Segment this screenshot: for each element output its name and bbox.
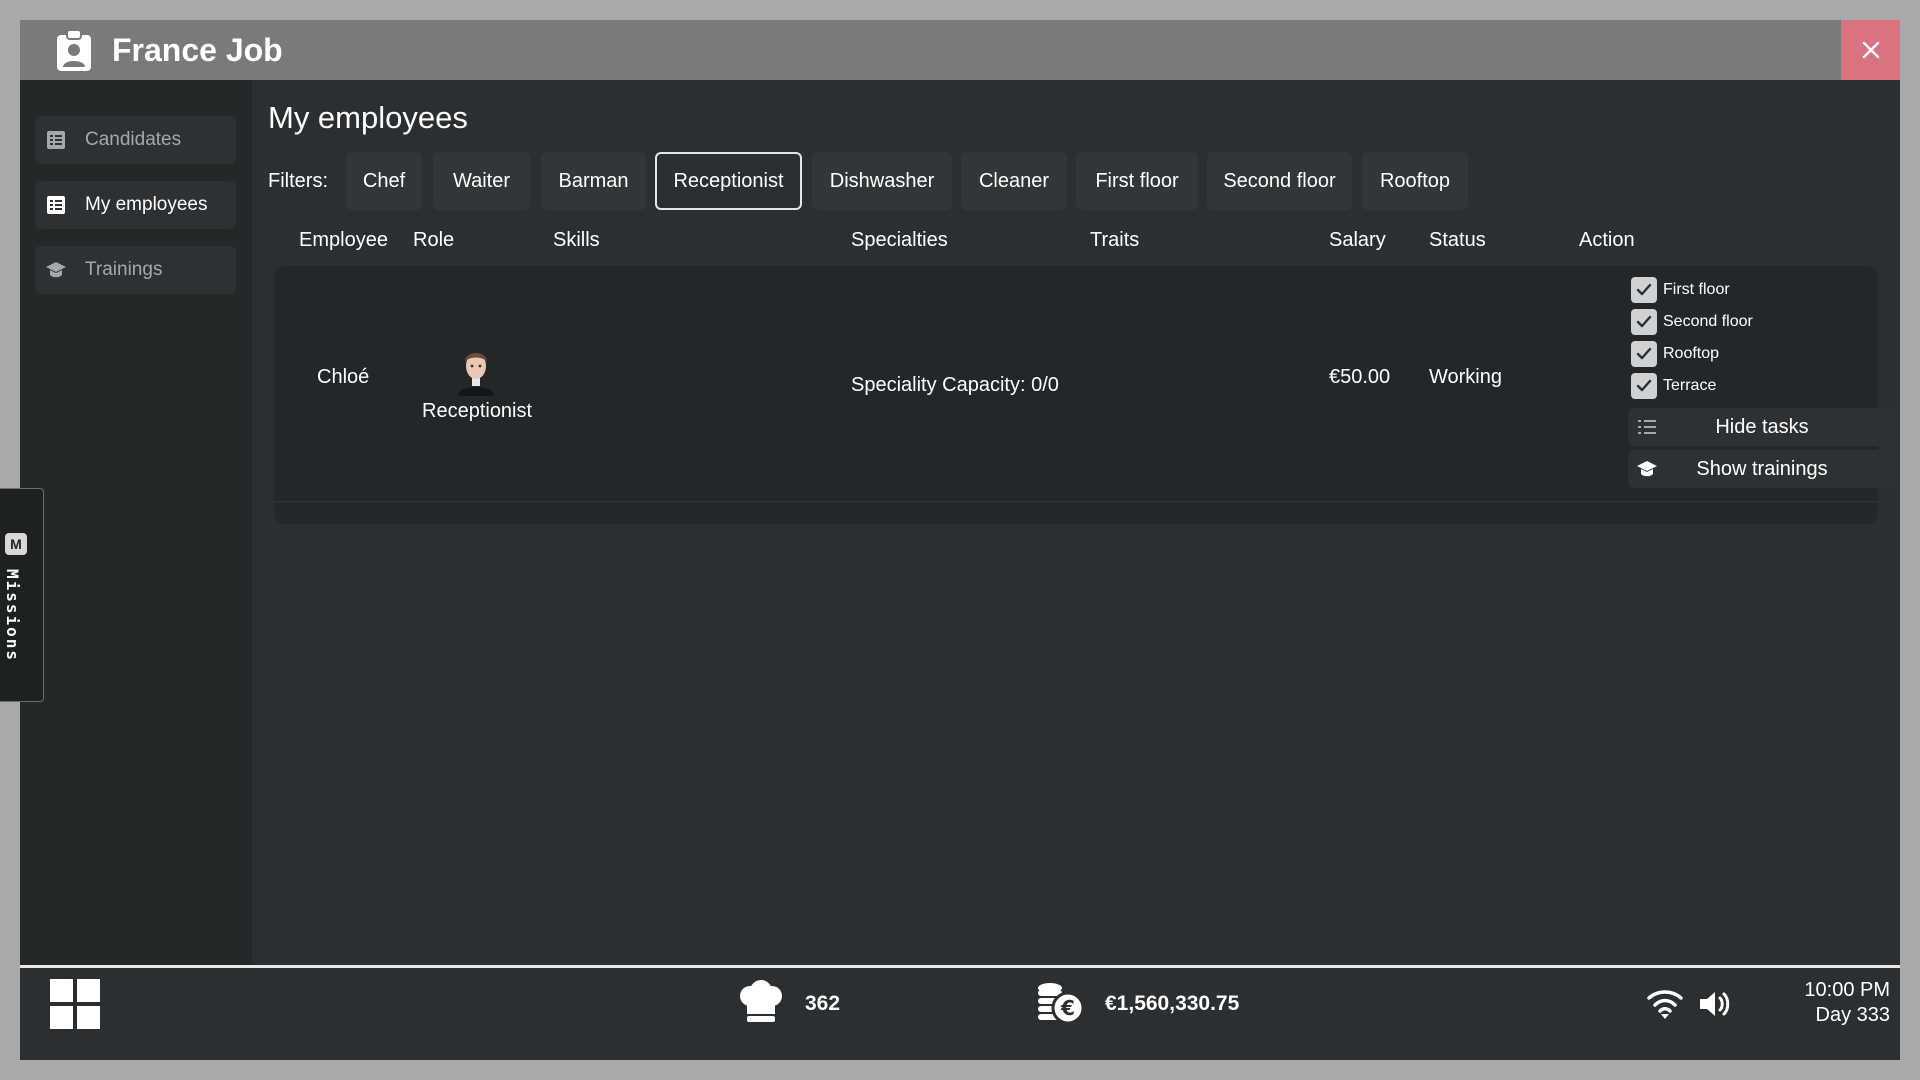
windows-grid-icon[interactable]	[50, 979, 100, 1029]
filter-waiter[interactable]: Waiter	[433, 152, 530, 210]
title-bar: France Job	[20, 20, 1900, 80]
checkbox-checked-icon[interactable]	[1631, 341, 1657, 367]
checkbox-checked-icon[interactable]	[1631, 309, 1657, 335]
employee-specialties: Speciality Capacity: 0/0	[851, 374, 1059, 396]
floor-label: First floor	[1663, 281, 1730, 298]
column-header-role: Role	[413, 229, 455, 251]
list-icon	[1638, 420, 1656, 434]
filter-first-floor[interactable]: First floor	[1076, 152, 1198, 210]
column-header-salary: Salary	[1329, 229, 1386, 251]
chef-hat-icon	[740, 980, 782, 1022]
taskbar: 362 € €1,560,330.75 10:00 PM Day 333	[20, 965, 1900, 1040]
missions-label: Missions	[3, 569, 22, 663]
filter-second-floor[interactable]: Second floor	[1207, 152, 1352, 210]
speaker-icon[interactable]	[1698, 988, 1732, 1020]
table-row: Chloé Receptionist Speciality Capacity: …	[274, 266, 1896, 502]
employee-salary: €50.00	[1329, 366, 1391, 388]
graduation-cap-icon	[45, 259, 67, 281]
column-header-traits: Traits	[1090, 229, 1140, 251]
missions-hotkey: M	[5, 533, 27, 555]
employee-name: Chloé	[317, 366, 370, 388]
table-icon	[45, 194, 67, 216]
clock-day: Day 333	[1815, 1004, 1891, 1026]
coins-euro-icon: €	[1038, 983, 1084, 1025]
close-icon	[1862, 41, 1879, 59]
wifi-icon[interactable]	[1647, 988, 1683, 1020]
floor-checkbox-rooftop[interactable]: Rooftop	[1631, 341, 1719, 367]
sidebar-item-my-employees[interactable]: My employees	[35, 181, 236, 229]
show-trainings-button[interactable]: Show trainings	[1628, 450, 1896, 488]
sidebar-item-trainings[interactable]: Trainings	[35, 246, 236, 294]
floor-label: Terrace	[1663, 377, 1717, 394]
clipboard-person-icon	[57, 30, 91, 71]
clock-time: 10:00 PM	[1804, 979, 1890, 1001]
graduation-cap-icon	[1637, 461, 1657, 477]
france-job-window: France Job Candidates My employees Train…	[20, 20, 1900, 1060]
table-icon	[45, 129, 67, 151]
sidebar-item-label: My employees	[85, 194, 208, 215]
checkbox-checked-icon[interactable]	[1631, 277, 1657, 303]
filter-barman[interactable]: Barman	[541, 152, 646, 210]
svg-text:€: €	[1060, 996, 1075, 1020]
hide-tasks-button[interactable]: Hide tasks	[1628, 408, 1896, 446]
missions-tab[interactable]: M Missions	[0, 488, 44, 702]
floor-label: Second floor	[1663, 313, 1753, 330]
filter-receptionist[interactable]: Receptionist	[655, 152, 802, 210]
floor-checkbox-terrace[interactable]: Terrace	[1631, 373, 1716, 399]
meals-count: 362	[805, 992, 841, 1015]
employee-table: Chloé Receptionist Speciality Capacity: …	[274, 266, 1896, 524]
sidebar-item-label: Trainings	[85, 259, 163, 280]
close-button[interactable]	[1841, 20, 1900, 80]
checkbox-checked-icon[interactable]	[1631, 373, 1657, 399]
page-title: My employees	[268, 100, 468, 135]
floor-label: Rooftop	[1663, 345, 1720, 362]
clock: 10:00 PM Day 333	[1760, 978, 1890, 1028]
sidebar-item-candidates[interactable]: Candidates	[35, 116, 236, 164]
floor-checkbox-first-floor[interactable]: First floor	[1631, 277, 1730, 303]
filters-label: Filters:	[268, 170, 328, 192]
receptionist-avatar	[458, 353, 494, 396]
main-content: My employees Filters: Chef Waiter Barman…	[252, 80, 1900, 985]
filter-dishwasher[interactable]: Dishwasher	[812, 152, 952, 210]
sidebar-item-label: Candidates	[85, 129, 182, 150]
floor-checkbox-second-floor[interactable]: Second floor	[1631, 309, 1753, 335]
app-title: France Job	[112, 32, 283, 68]
filter-rooftop[interactable]: Rooftop	[1362, 152, 1468, 210]
filter-chef[interactable]: Chef	[346, 152, 422, 210]
column-header-action: Action	[1579, 229, 1635, 251]
hide-tasks-label: Hide tasks	[1715, 415, 1809, 438]
employee-status: Working	[1429, 366, 1502, 388]
column-header-status: Status	[1429, 229, 1486, 251]
column-header-skills: Skills	[553, 229, 600, 251]
employee-role: Receptionist	[422, 400, 533, 422]
show-trainings-label: Show trainings	[1696, 457, 1828, 480]
money-balance: €1,560,330.75	[1105, 992, 1240, 1015]
column-header-employee: Employee	[299, 229, 388, 251]
filter-cleaner[interactable]: Cleaner	[961, 152, 1067, 210]
column-header-specialties: Specialties	[851, 229, 948, 251]
sidebar: Candidates My employees Trainings	[20, 80, 252, 985]
